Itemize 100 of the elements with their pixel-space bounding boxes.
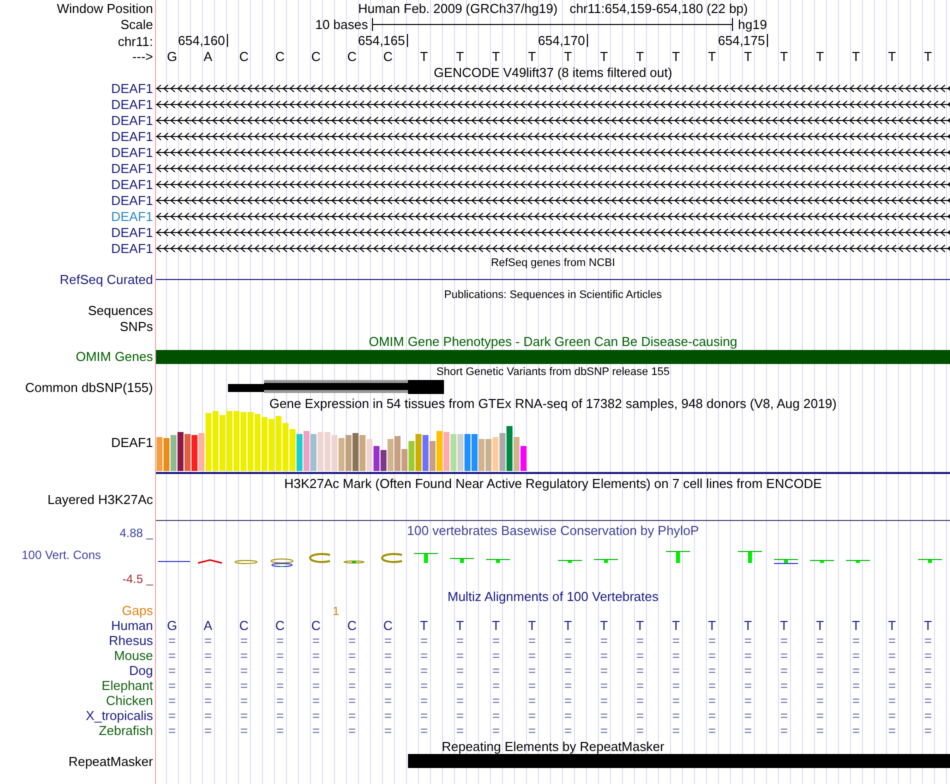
gene-label[interactable]: DEAF1: [111, 98, 153, 110]
alignment-base: =: [779, 694, 789, 707]
track-label[interactable]: RepeatMasker: [68, 755, 153, 768]
alignment-base: =: [671, 724, 681, 737]
alignment-base: =: [851, 709, 861, 722]
base-letter: C: [238, 50, 250, 63]
gene-label[interactable]: DEAF1: [111, 194, 153, 206]
alignment-base: =: [455, 649, 465, 662]
alignment-base: T: [923, 619, 933, 632]
alignment-base: =: [923, 694, 933, 707]
alignment-base: =: [599, 679, 609, 692]
alignment-base: =: [203, 634, 213, 647]
gene-label[interactable]: DEAF1: [111, 146, 153, 158]
alignment-base: =: [671, 664, 681, 677]
alignment-base: =: [635, 634, 645, 647]
track-label[interactable]: Layered H3K27Ac: [47, 493, 153, 506]
alignment-base: =: [383, 679, 393, 692]
track-label[interactable]: Common dbSNP(155): [25, 381, 153, 394]
alignment-base: =: [419, 649, 429, 662]
alignment-base: =: [239, 664, 249, 677]
position-label: 654,160: [178, 34, 228, 47]
alignment-base: =: [707, 694, 717, 707]
species-label[interactable]: Zebrafish: [98, 724, 153, 737]
alignment-base: =: [311, 724, 321, 737]
alignment-base: =: [743, 679, 753, 692]
alignment-base: =: [923, 724, 933, 737]
alignment-base: =: [203, 649, 213, 662]
alignment-base: =: [743, 724, 753, 737]
track-title: Multiz Alignments of 100 Vertebrates: [447, 590, 658, 602]
gene-label[interactable]: DEAF1: [111, 178, 153, 190]
alignment-base: =: [383, 724, 393, 737]
alignment-base: =: [707, 679, 717, 692]
alignment-base: =: [167, 709, 177, 722]
alignment-base: =: [527, 709, 537, 722]
alignment-base: =: [419, 724, 429, 737]
gene-label[interactable]: DEAF1: [111, 162, 153, 174]
alignment-base: =: [275, 679, 285, 692]
alignment-base: =: [923, 634, 933, 647]
alignment-base: =: [815, 724, 825, 737]
alignment-base: =: [635, 694, 645, 707]
alignment-base: =: [707, 724, 717, 737]
species-label[interactable]: Human: [111, 619, 153, 632]
track-label[interactable]: SNPs: [120, 320, 153, 332]
alignment-base: =: [455, 694, 465, 707]
alignment-base: =: [311, 649, 321, 662]
base-letter: G: [166, 50, 178, 63]
alignment-base: =: [491, 709, 501, 722]
alignment-base: =: [599, 664, 609, 677]
track-label: Window Position: [56, 2, 153, 14]
alignment-base: =: [599, 634, 609, 647]
alignment-base: =: [779, 709, 789, 722]
gene-label[interactable]: DEAF1: [111, 114, 153, 126]
track-label[interactable]: OMIM Genes: [76, 350, 153, 363]
track-label: --->: [132, 50, 153, 63]
gene-label[interactable]: DEAF1: [111, 130, 153, 142]
alignment-base: =: [527, 634, 537, 647]
alignment-base: =: [815, 679, 825, 692]
track-label[interactable]: RefSeq Curated: [60, 272, 153, 286]
alignment-base: =: [923, 709, 933, 722]
alignment-base: =: [347, 694, 357, 707]
alignment-base: =: [239, 694, 249, 707]
alignment-base: =: [887, 724, 897, 737]
alignment-base: =: [239, 679, 249, 692]
axis-min-label: -4.5 _: [122, 573, 153, 585]
species-label[interactable]: Rhesus: [108, 634, 153, 647]
alignment-base: =: [527, 724, 537, 737]
alignment-base: =: [851, 664, 861, 677]
gene-label[interactable]: DEAF1: [111, 226, 153, 238]
alignment-base: =: [203, 709, 213, 722]
species-label[interactable]: Elephant: [102, 679, 153, 692]
gene-label[interactable]: DEAF1: [111, 210, 153, 222]
species-label[interactable]: Chicken: [106, 694, 153, 707]
alignment-base: =: [671, 634, 681, 647]
track-label[interactable]: Sequences: [88, 304, 153, 317]
alignment-base: T: [851, 619, 861, 632]
alignment-base: =: [167, 664, 177, 677]
species-label[interactable]: X_tropicalis: [86, 709, 153, 722]
alignment-base: =: [311, 664, 321, 677]
alignment-base: =: [599, 724, 609, 737]
gene-label[interactable]: DEAF1: [111, 242, 153, 254]
gene-label[interactable]: DEAF1: [111, 82, 153, 94]
base-letter: T: [455, 50, 465, 63]
species-label[interactable]: Dog: [129, 664, 153, 677]
alignment-base: =: [383, 694, 393, 707]
base-letter: T: [887, 50, 897, 63]
alignment-base: =: [815, 634, 825, 647]
alignment-base: =: [563, 664, 573, 677]
alignment-base: =: [527, 694, 537, 707]
alignment-base: =: [671, 679, 681, 692]
species-label[interactable]: Mouse: [114, 649, 153, 662]
alignment-base: =: [887, 694, 897, 707]
alignment-base: =: [887, 649, 897, 662]
track-label[interactable]: DEAF1: [111, 436, 153, 449]
alignment-base: =: [923, 649, 933, 662]
alignment-base: =: [923, 679, 933, 692]
alignment-base: =: [455, 724, 465, 737]
alignment-base: =: [383, 709, 393, 722]
alignment-base: =: [527, 649, 537, 662]
track-label[interactable]: 100 Vert. Cons: [22, 549, 101, 561]
alignment-base: =: [563, 679, 573, 692]
